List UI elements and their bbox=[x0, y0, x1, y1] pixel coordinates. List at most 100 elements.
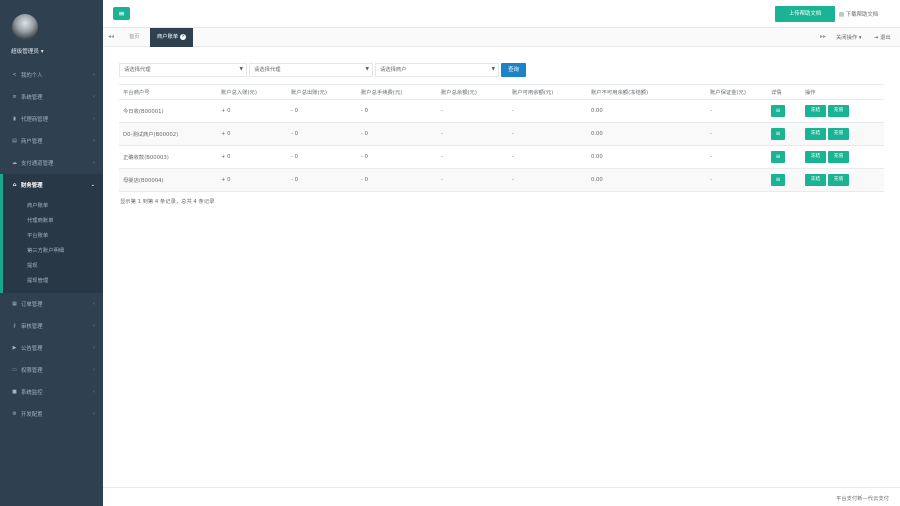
nav-monitor[interactable]: ■ 系统监控 ‹ bbox=[0, 381, 103, 403]
download-help-doc-link[interactable]: ▤ 下载帮助文档 bbox=[839, 10, 878, 18]
table-cell: + 0 bbox=[217, 168, 287, 192]
tab-scroll-right-icon[interactable]: ▸▸ bbox=[820, 33, 826, 40]
recharge-button[interactable]: 充值 bbox=[828, 174, 849, 186]
select-value: 请选择商户 bbox=[380, 67, 407, 73]
video-icon: ■ bbox=[12, 389, 17, 395]
chevron-left-icon: ‹ bbox=[93, 138, 95, 144]
column-header[interactable]: 账户总出账(元) bbox=[287, 84, 357, 100]
column-header[interactable]: 账户不可用余额(冻结额) bbox=[587, 84, 706, 100]
submenu-item[interactable]: 商户账单 bbox=[3, 199, 103, 214]
merchant-select[interactable]: 请选择商户 ▼ bbox=[375, 63, 499, 77]
column-header[interactable]: 操作 bbox=[801, 84, 884, 100]
operation-cell: 冻结 充值 bbox=[801, 168, 884, 192]
footer: 平台支付新—代云支付 bbox=[103, 487, 900, 506]
submenu-item[interactable]: 代理商账单 bbox=[3, 214, 103, 229]
nav-profile[interactable]: < 我的个人 ‹ bbox=[0, 64, 103, 86]
table-cell: - bbox=[508, 168, 587, 192]
table-cell: 0.00 bbox=[587, 122, 706, 146]
bank-icon: ⌂ bbox=[12, 182, 17, 188]
tab-home[interactable]: 首页 bbox=[122, 28, 147, 47]
nav-notice[interactable]: ▶ 公告管理 ‹ bbox=[0, 337, 103, 359]
detail-button[interactable]: ≡ bbox=[771, 174, 785, 186]
nav-finance[interactable]: ⌂ 财务管理 ⌄ bbox=[0, 174, 103, 196]
recharge-button[interactable]: 充值 bbox=[828, 105, 849, 117]
operation-cell: 冻结 充值 bbox=[801, 99, 884, 123]
column-header[interactable]: 账户总余额(元) bbox=[437, 84, 508, 100]
nav-label: 审核管理 bbox=[21, 324, 43, 330]
detail-button[interactable]: ≡ bbox=[771, 105, 785, 117]
merchant-bill-table: 平台商户号 账户总入账(元) 账户总出账(元) 账户总手续费(元) 账户总余额(元) 账户… bbox=[119, 84, 884, 192]
operation-cell: 冻结 充值 bbox=[801, 122, 884, 146]
cloud-icon: ☁ bbox=[12, 160, 17, 166]
chevron-left-icon: ‹ bbox=[93, 94, 95, 100]
column-header[interactable]: 账户总入账(元) bbox=[217, 84, 287, 100]
agent-select-2[interactable]: 请选择代理 ▼ bbox=[249, 63, 373, 77]
submenu-item[interactable]: 第三方账户明细 bbox=[3, 244, 103, 259]
nav-payment[interactable]: ☁ 支付通道管理 ‹ bbox=[0, 152, 103, 174]
recharge-button[interactable]: 充值 bbox=[828, 151, 849, 163]
chevron-left-icon: ‹ bbox=[93, 72, 95, 78]
nav-permission[interactable]: ▭ 权限管理 ‹ bbox=[0, 359, 103, 381]
column-header[interactable]: 账户保证金(元) bbox=[706, 84, 767, 100]
freeze-button[interactable]: 冻结 bbox=[805, 151, 826, 163]
bookmark-icon: ▮ bbox=[13, 116, 16, 122]
table-body: 今日收(B00001) + 0- 0- 0- -0.00- ≡ 冻结 充值 D0-测试商户(… bbox=[119, 99, 884, 192]
detail-button[interactable]: ≡ bbox=[771, 128, 785, 140]
column-header[interactable]: 平台商户号 bbox=[119, 84, 217, 100]
submenu-item[interactable]: 平台账单 bbox=[3, 229, 103, 244]
nav-label: 订单管理 bbox=[21, 302, 43, 308]
exit-link[interactable]: ⇥ 退出 bbox=[874, 33, 891, 41]
nav-merchant[interactable]: ▤ 商户管理 ‹ bbox=[0, 130, 103, 152]
nav-dev[interactable]: ⚙ 开发配置 ‹ bbox=[0, 403, 103, 425]
list-icon: ▦ bbox=[12, 301, 17, 307]
sliders-icon: ≡ bbox=[12, 94, 17, 100]
nav-label: 权限管理 bbox=[21, 368, 43, 374]
freeze-button[interactable]: 冻结 bbox=[805, 174, 826, 186]
close-operations-dropdown[interactable]: 关闭操作 ▾ bbox=[836, 33, 862, 41]
finance-submenu: 商户账单 代理商账单 平台账单 第三方账户明细 提现 提现管理 bbox=[0, 196, 103, 293]
chevron-left-icon: ‹ bbox=[93, 323, 95, 329]
column-header[interactable]: 账户总手续费(元) bbox=[357, 84, 437, 100]
table-row: 今日收(B00001) + 0- 0- 0- -0.00- ≡ 冻结 充值 bbox=[119, 99, 884, 123]
table-row: 母婴店(B00004) + 0- 0- 0- -0.00- ≡ 冻结 充值 bbox=[119, 168, 884, 192]
submenu-item[interactable]: 提现 bbox=[3, 259, 103, 274]
nav-label: 公告管理 bbox=[21, 346, 43, 352]
operation-cell: 冻结 充值 bbox=[801, 145, 884, 169]
nav-system[interactable]: ≡ 系统管理 ‹ bbox=[0, 86, 103, 108]
detail-button[interactable]: ≡ bbox=[771, 151, 785, 163]
chevron-left-icon: ‹ bbox=[93, 367, 95, 373]
caret-down-icon: ▼ bbox=[239, 67, 243, 72]
nav-label: 系统管理 bbox=[21, 95, 43, 101]
nav-order[interactable]: ▦ 订单管理 ‹ bbox=[0, 293, 103, 315]
table-cell: - bbox=[508, 99, 587, 123]
profile-area: 超级管理员 ▾ bbox=[0, 0, 103, 64]
table-header-row: 平台商户号 账户总入账(元) 账户总出账(元) 账户总手续费(元) 账户总余额(元) 账户… bbox=[119, 84, 884, 100]
query-button[interactable]: 查询 bbox=[501, 63, 526, 77]
table-cell: 正确收款(B00003) bbox=[119, 145, 217, 169]
nav-agent[interactable]: ▮ 代理商管理 ‹ bbox=[0, 108, 103, 130]
admin-name-dropdown[interactable]: 超级管理员 ▾ bbox=[11, 47, 44, 55]
column-header[interactable]: 详情 bbox=[767, 84, 801, 100]
table-cell: - bbox=[706, 168, 767, 192]
table-row: D0-测试商户(B00002) + 0- 0- 0- -0.00- ≡ 冻结 充值 bbox=[119, 122, 884, 146]
table-row: 正确收款(B00003) + 0- 0- 0- -0.00- ≡ 冻结 充值 bbox=[119, 145, 884, 169]
nav-group-bottom: ▦ 订单管理 ‹ ⚷ 审核管理 ‹ ▶ 公告管理 ‹ ▭ 权限管理 ‹ ■ 系统监控 ‹ ⚙ 开发配置 ‹ bbox=[0, 293, 103, 425]
recharge-button[interactable]: 充值 bbox=[828, 128, 849, 140]
tab-merchant-bill[interactable]: 商户账单 × bbox=[150, 28, 194, 47]
close-icon[interactable]: × bbox=[180, 33, 187, 40]
agent-select-1[interactable]: 请选择代理 ▼ bbox=[119, 63, 247, 77]
card-icon: ▤ bbox=[12, 138, 17, 144]
chevron-left-icon: ‹ bbox=[93, 160, 95, 166]
avatar[interactable] bbox=[12, 14, 38, 40]
table-cell: - bbox=[437, 145, 508, 169]
freeze-button[interactable]: 冻结 bbox=[805, 105, 826, 117]
tabs-bar: ◂◂ 首页 商户账单 × ▸▸ 关闭操作 ▾ ⇥ 退出 bbox=[103, 28, 900, 47]
tab-scroll-left-icon[interactable]: ◂◂ bbox=[108, 33, 114, 40]
column-header[interactable]: 账户可用余额(元) bbox=[508, 84, 587, 100]
freeze-button[interactable]: 冻结 bbox=[805, 128, 826, 140]
menu-toggle-button[interactable]: ≡ bbox=[113, 7, 130, 20]
upload-help-doc-button[interactable]: 上传帮助文档 bbox=[775, 6, 835, 22]
nav-audit[interactable]: ⚷ 审核管理 ‹ bbox=[0, 315, 103, 337]
submenu-item[interactable]: 提现管理 bbox=[3, 274, 103, 289]
table-cell: - bbox=[706, 99, 767, 123]
